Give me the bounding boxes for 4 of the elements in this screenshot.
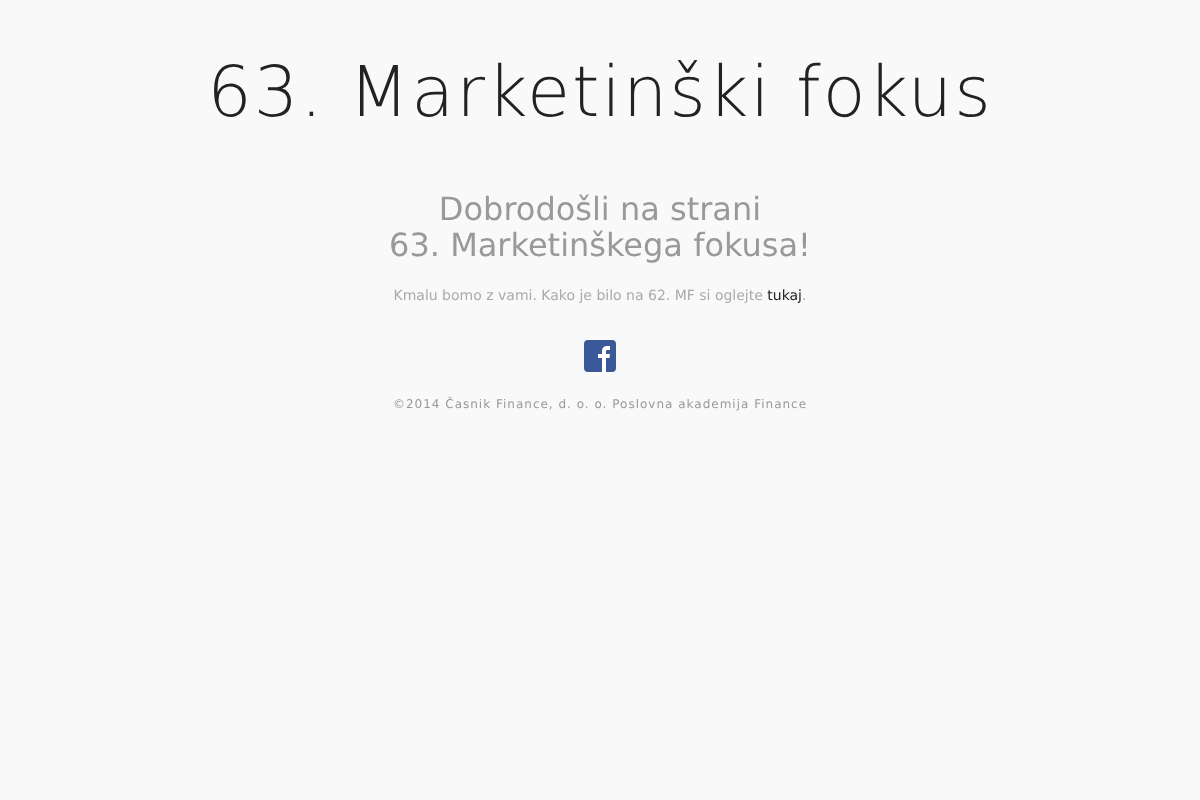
welcome-heading: 63. Marketinškega fokusa! bbox=[389, 228, 811, 264]
welcome-heading: Dobrodošli na strani bbox=[438, 192, 762, 228]
facebook-icon[interactable] bbox=[584, 339, 616, 371]
page-title: 63. Marketinški fokus bbox=[207, 52, 993, 136]
